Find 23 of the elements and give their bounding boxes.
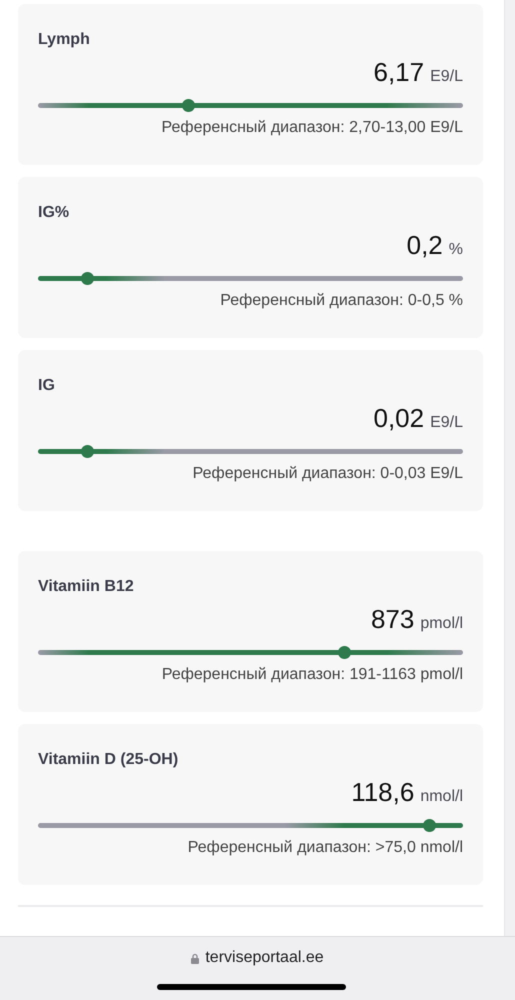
result-value: 0,02 bbox=[373, 402, 424, 434]
result-value: 0,2 bbox=[406, 229, 443, 261]
result-unit: nmol/l bbox=[420, 787, 464, 807]
site-address[interactable]: terviseportaal.ee bbox=[205, 949, 324, 967]
result-unit: E9/L bbox=[430, 413, 464, 433]
lock-icon bbox=[191, 952, 200, 964]
home-indicator[interactable] bbox=[157, 984, 346, 990]
reference-range: Референсный диапазон: 2,70-13,00 E9/L bbox=[162, 118, 464, 138]
result-name: IG% bbox=[38, 203, 70, 223]
reference-range: Референсный диапазон: 0-0,5 % bbox=[220, 291, 464, 311]
reference-range: Референсный диапазон: 191-1163 pmol/l bbox=[162, 665, 464, 685]
result-unit: % bbox=[448, 240, 464, 260]
result-unit: E9/L bbox=[430, 67, 464, 87]
result-name: Vitamiin B12 bbox=[38, 577, 134, 597]
result-value: 873 bbox=[370, 603, 414, 635]
result-unit: pmol/l bbox=[420, 614, 464, 634]
result-name: Lymph bbox=[38, 30, 90, 50]
result-name: IG bbox=[38, 376, 55, 396]
result-value: 118,6 bbox=[351, 776, 414, 808]
result-name: Vitamiin D (25-OH) bbox=[38, 750, 178, 770]
reference-range: Референсный диапазон: 0-0,03 E9/L bbox=[192, 464, 464, 484]
reference-range: Референсный диапазон: >75,0 nmol/l bbox=[188, 838, 464, 858]
result-value: 6,17 bbox=[373, 56, 424, 88]
